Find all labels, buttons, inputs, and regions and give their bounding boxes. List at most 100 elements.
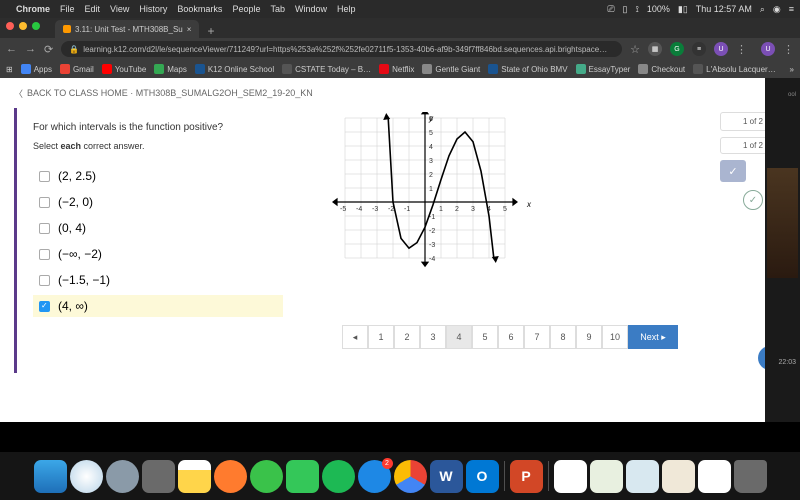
page-button-6[interactable]: 6 — [498, 325, 524, 349]
answer-checkbox[interactable] — [39, 171, 50, 182]
star-icon[interactable]: ☆ — [630, 43, 640, 56]
answer-checkbox[interactable] — [39, 197, 50, 208]
answer-checkbox[interactable] — [39, 249, 50, 260]
search-icon[interactable]: ⌕ — [760, 4, 765, 15]
bookmarks-overflow[interactable]: » — [790, 65, 794, 74]
wifi-icon[interactable]: ⟟ — [635, 4, 638, 15]
dock-file-1[interactable] — [554, 460, 587, 493]
answer-option-2[interactable]: (0, 4) — [33, 217, 283, 239]
page-next-button[interactable]: Next ▸ — [628, 325, 678, 349]
dock-powerpoint-icon[interactable]: P — [510, 460, 543, 493]
bookmark-2[interactable]: YouTube — [102, 64, 146, 74]
screenshare-icon[interactable]: ⎚ — [607, 4, 614, 15]
page-button-5[interactable]: 5 — [472, 325, 498, 349]
dock-safari-icon[interactable] — [70, 460, 103, 493]
menu-file[interactable]: File — [60, 4, 75, 14]
dock-file-5[interactable] — [698, 460, 731, 493]
airplay-icon[interactable]: ▯ — [623, 4, 628, 15]
bookmark-7[interactable]: Gentle Giant — [422, 64, 480, 74]
breadcrumb-back-icon[interactable]: 〈 — [14, 87, 23, 100]
menu-edit[interactable]: Edit — [85, 4, 101, 14]
answer-text: (0, 4) — [58, 221, 86, 235]
menu-history[interactable]: History — [139, 4, 167, 14]
bookmark-11[interactable]: L'Absolu Lacquer… — [693, 64, 776, 74]
apps-shortcut[interactable]: ⊞ — [6, 65, 13, 74]
siri-icon[interactable]: ◉ — [773, 4, 781, 15]
dock-settings-icon[interactable] — [142, 460, 175, 493]
menu-bookmarks[interactable]: Bookmarks — [177, 4, 222, 14]
bookmark-6[interactable]: Netflix — [379, 64, 414, 74]
sidebar-check-button[interactable]: ✓ — [720, 160, 746, 182]
page-prev-button[interactable]: ◂ — [342, 325, 368, 349]
page-button-10[interactable]: 10 — [602, 325, 628, 349]
menu-window[interactable]: Window — [295, 4, 327, 14]
menu-help[interactable]: Help — [337, 4, 356, 14]
bookmark-5[interactable]: CSTATE Today – B… — [282, 64, 371, 74]
tab-close-icon[interactable]: × — [187, 25, 192, 34]
bookmark-4[interactable]: K12 Online School — [195, 64, 274, 74]
forward-button[interactable]: → — [25, 43, 36, 55]
back-button[interactable]: ← — [6, 43, 17, 55]
clock[interactable]: Thu 12:57 AM — [696, 4, 752, 14]
dock-trash-icon[interactable] — [734, 460, 767, 493]
new-tab-button[interactable]: + — [199, 24, 222, 38]
bookmark-8[interactable]: State of Ohio BMV — [488, 64, 567, 74]
dock-facetime-icon[interactable] — [286, 460, 319, 493]
page-button-9[interactable]: 9 — [576, 325, 602, 349]
dock-chrome-icon[interactable] — [394, 460, 427, 493]
answer-option-5[interactable]: (4, ∞) — [33, 295, 283, 317]
kebab-menu-icon[interactable]: ⋮ — [736, 43, 747, 56]
answer-checkbox[interactable] — [39, 275, 50, 286]
dock-finder-icon[interactable] — [34, 460, 67, 493]
menu-view[interactable]: View — [110, 4, 129, 14]
close-window-icon[interactable] — [6, 22, 14, 30]
answer-option-3[interactable]: (−∞, −2) — [33, 243, 283, 265]
ext-icon-1[interactable]: ▦ — [648, 42, 662, 56]
bookmark-label: K12 Online School — [208, 65, 274, 74]
dock-notes-icon[interactable] — [178, 460, 211, 493]
answer-checkbox[interactable] — [39, 223, 50, 234]
answer-option-1[interactable]: (−2, 0) — [33, 191, 283, 213]
dock-file-2[interactable] — [590, 460, 623, 493]
profile-icon[interactable]: U — [761, 42, 775, 56]
page-button-7[interactable]: 7 — [524, 325, 550, 349]
ext-icon-3[interactable]: ≡ — [692, 42, 706, 56]
breadcrumb-text[interactable]: BACK TO CLASS HOME · MTH308B_SUMALG2OH_S… — [27, 88, 313, 98]
dock-launchpad-icon[interactable] — [106, 460, 139, 493]
bookmark-0[interactable]: Apps — [21, 64, 52, 74]
bookmark-9[interactable]: EssayTyper — [576, 64, 631, 74]
window-menu-icon[interactable]: ⋮ — [783, 43, 794, 56]
ext-icon-2[interactable]: G — [670, 42, 684, 56]
reload-button[interactable]: ⟳ — [44, 43, 53, 56]
page-button-4[interactable]: 4 — [446, 325, 472, 349]
dock-outlook-icon[interactable]: O — [466, 460, 499, 493]
dock-messages-icon[interactable] — [250, 460, 283, 493]
bookmark-3[interactable]: Maps — [154, 64, 187, 74]
maximize-window-icon[interactable] — [32, 22, 40, 30]
page-button-3[interactable]: 3 — [420, 325, 446, 349]
browser-tab[interactable]: 3.11: Unit Test - MTH308B_Su × — [55, 20, 199, 38]
menu-icon[interactable]: ≡ — [789, 4, 794, 14]
bookmark-1[interactable]: Gmail — [60, 64, 94, 74]
minimize-window-icon[interactable] — [19, 22, 27, 30]
page-button-1[interactable]: 1 — [368, 325, 394, 349]
app-name[interactable]: Chrome — [16, 4, 50, 14]
dock-word-icon[interactable]: W — [430, 460, 463, 493]
answer-option-0[interactable]: (2, 2.5) — [33, 165, 283, 187]
dock-file-4[interactable] — [662, 460, 695, 493]
ext-icon-4[interactable]: U — [714, 42, 728, 56]
answer-checkbox[interactable] — [39, 301, 50, 312]
dock-spotify-icon[interactable] — [322, 460, 355, 493]
address-bar[interactable]: 🔒 learning.k12.com/d2l/le/sequenceViewer… — [61, 41, 622, 57]
dock-appstore-icon[interactable]: 2 — [358, 460, 391, 493]
dock-books-icon[interactable] — [214, 460, 247, 493]
menu-tab[interactable]: Tab — [270, 4, 285, 14]
answer-option-4[interactable]: (−1.5, −1) — [33, 269, 283, 291]
page-button-2[interactable]: 2 — [394, 325, 420, 349]
menu-people[interactable]: People — [232, 4, 260, 14]
dock-file-3[interactable] — [626, 460, 659, 493]
sidebar-confirm-icon[interactable]: ✓ — [743, 190, 763, 210]
bookmark-10[interactable]: Checkout — [638, 64, 685, 74]
bookmark-label: Apps — [34, 65, 52, 74]
page-button-8[interactable]: 8 — [550, 325, 576, 349]
